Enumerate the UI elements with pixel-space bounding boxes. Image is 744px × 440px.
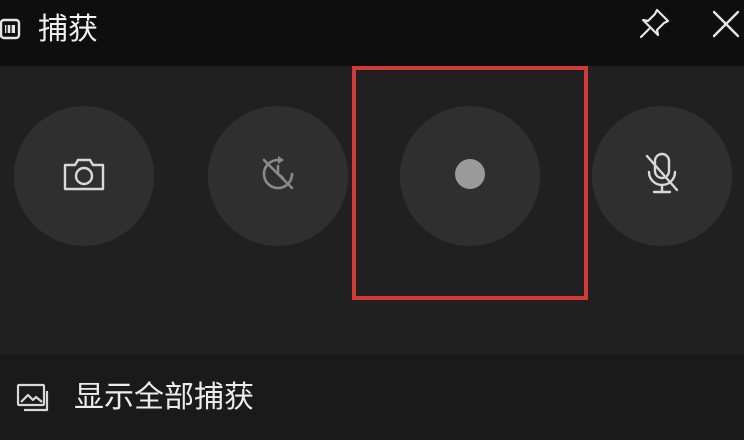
record-last-30s-button[interactable] [208,106,348,246]
microphone-toggle-button[interactable] [592,106,732,246]
show-all-captures-label: 显示全部捕获 [74,380,254,415]
capture-app-icon [0,14,22,44]
close-icon [711,9,741,43]
mic-off-icon [640,150,684,202]
camera-icon [62,156,106,196]
pin-icon [636,6,672,46]
capture-window: 捕获 显示全部捕获 [0,0,744,440]
title-bar: 捕获 [0,0,744,66]
window-title: 捕获 [38,12,98,47]
gallery-icon [16,382,50,414]
record-dot-icon [452,156,488,196]
capture-controls [0,66,744,354]
record-last-icon-disabled [256,152,300,200]
screenshot-button[interactable] [14,106,154,246]
start-recording-button[interactable] [400,106,540,246]
show-all-captures-button[interactable]: 显示全部捕获 [0,354,744,440]
pin-button[interactable] [632,6,676,46]
close-button[interactable] [704,6,744,46]
